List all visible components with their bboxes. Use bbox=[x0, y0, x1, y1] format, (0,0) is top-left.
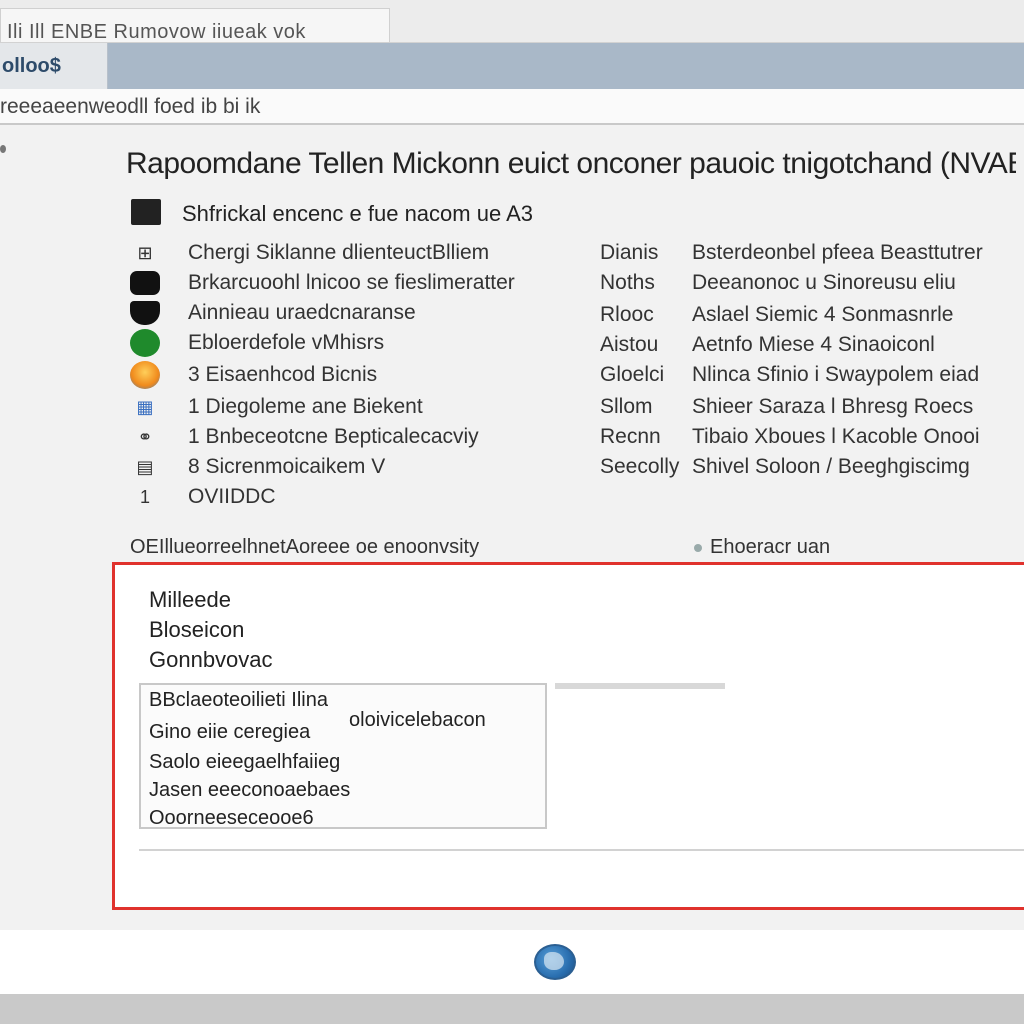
window-tab[interactable]: Ili Ill ENBE Rumovow iiueak vok bbox=[0, 8, 390, 43]
bullet-icon bbox=[694, 544, 702, 552]
property-row[interactable]: Aistou Aetnfo Miese 4 Sinaoiconl bbox=[600, 330, 1024, 360]
list-item-label: 1 Diegoleme ane Biekent bbox=[188, 395, 423, 418]
property-row[interactable]: Dianis Bsterdeonbel pfeea Beasttutrer bbox=[600, 238, 1024, 268]
property-value: Deeanonoc u Sinoreusu eliu bbox=[692, 271, 956, 294]
toolbar: olloo$ bbox=[0, 43, 1024, 89]
divider bbox=[555, 683, 725, 689]
side-handle bbox=[0, 145, 6, 153]
property-value: Aetnfo Miese 4 Sinaoiconl bbox=[692, 333, 935, 356]
window-titlebar: Ili Ill ENBE Rumovow iiueak vok bbox=[0, 0, 1024, 43]
orange-globe-icon bbox=[128, 361, 162, 389]
panel-line: Milleede bbox=[149, 587, 231, 612]
page-subtitle: Shfrickal encenc e fue nacom ue A3 bbox=[182, 201, 533, 226]
list-item[interactable]: Ainnieau uraedcnaranse bbox=[126, 298, 586, 328]
black-rounded-square-icon bbox=[128, 270, 162, 296]
property-row[interactable]: Seecolly Shivel Soloon / Beeghgiscimg bbox=[600, 452, 1024, 482]
property-key: Recnn bbox=[600, 425, 661, 448]
panel-line: Bloseicon bbox=[149, 617, 245, 642]
list-item[interactable]: ▤ 8 Sicrenmoicaikem V bbox=[126, 452, 586, 482]
window-title: Ili Ill ENBE Rumovow iiueak vok bbox=[7, 21, 306, 43]
list-item[interactable]: 1 OVIIDDC bbox=[126, 482, 586, 512]
list-item[interactable]: ▦ 1 Diegoleme ane Biekent bbox=[126, 392, 586, 422]
detail-line: BBclaeoteoilieti Ilina bbox=[149, 689, 328, 711]
status-strip bbox=[0, 994, 1024, 1024]
grid-icon: ⊞ bbox=[137, 242, 153, 263]
property-value: Aslael Siemic 4 Sonmasnrle bbox=[692, 303, 954, 326]
list-item-label: OVIIDDC bbox=[188, 485, 276, 508]
property-value: Shivel Soloon / Beeghgiscimg bbox=[692, 455, 970, 478]
list-item[interactable]: ⊞ Chergi Siklanne dlienteuctBlliem bbox=[126, 238, 586, 268]
footer bbox=[0, 930, 1024, 994]
link-icon: ⚭ bbox=[137, 426, 153, 447]
toolbar-tab[interactable]: olloo$ bbox=[0, 43, 108, 89]
detail-line: Gino eiie ceregiea bbox=[149, 721, 311, 743]
divider bbox=[139, 849, 1024, 851]
section-left-label: OEIllueorreelhnetAoreee oe enoonvsity bbox=[130, 536, 480, 558]
list-item-label: 8 Sicrenmoicaikem V bbox=[188, 455, 386, 478]
list-item-label: Ainnieau uraedcnaranse bbox=[188, 301, 416, 324]
black-shield-icon bbox=[128, 300, 162, 326]
detail-line: Ooorneeseceooe6 bbox=[149, 807, 314, 829]
highlighted-panel: Milleede Bloseicon Gonnbvovac BBclaeoteo… bbox=[112, 562, 1024, 910]
list-item-label: Brkarcuoohl lnicoo se fieslimeratter bbox=[188, 271, 515, 294]
black-square-icon bbox=[131, 199, 161, 225]
menubar-text[interactable]: reeeaeenweodll foed ib bi ik bbox=[0, 95, 260, 119]
property-value: Nlinca Sfinio i Swaypolem eiad bbox=[692, 363, 980, 386]
property-value: Tibaio Xboues l Kacoble Onooi bbox=[692, 425, 980, 448]
list-item-label: 1 Bnbeceotcne Bepticalecacviy bbox=[188, 425, 479, 448]
list-item[interactable]: Brkarcuoohl lnicoo se fieslimeratter bbox=[126, 268, 586, 298]
table-icon: ▤ bbox=[136, 456, 154, 477]
property-row[interactable]: Noths Deeanonoc u Sinoreusu eliu bbox=[600, 268, 1024, 298]
property-row[interactable]: Gloelci Nlinca Sfinio i Swaypolem eiad bbox=[600, 360, 1024, 390]
detail-line: Jasen eeeconoaebaes bbox=[149, 779, 351, 801]
property-key: Seecolly bbox=[600, 455, 680, 478]
page-title: Rapoomdane Tellen Mickonn euict onconer … bbox=[126, 147, 1016, 180]
toolbar-tab-label: olloo$ bbox=[2, 55, 61, 77]
section-header: OEIllueorreelhnetAoreee oe enoonvsity Eh… bbox=[120, 536, 1024, 560]
property-value: Bsterdeonbel pfeea Beasttutrer bbox=[692, 241, 983, 264]
property-key: Aistou bbox=[600, 333, 659, 356]
list-item-label: 3 Eisaenhcod Bicnis bbox=[188, 363, 378, 386]
list-item[interactable]: Ebloerdefole vMhisrs bbox=[126, 328, 586, 358]
detail-right-line: oloivicelebacon bbox=[349, 709, 486, 731]
property-key: Dianis bbox=[600, 241, 659, 264]
property-row[interactable]: Sllom Shieer Saraza l Bhresg Roecs bbox=[600, 392, 1024, 422]
property-key: Noths bbox=[600, 271, 655, 294]
panel-line: Gonnbvovac bbox=[149, 647, 273, 672]
section-right-label[interactable]: Ehoeracr uan bbox=[710, 536, 830, 559]
list-item-label: Ebloerdefole vMhisrs bbox=[188, 331, 385, 354]
number-icon: 1 bbox=[139, 486, 150, 507]
list-item[interactable]: ⚭ 1 Bnbeceotcne Bepticalecacviy bbox=[126, 422, 586, 452]
detail-box[interactable]: BBclaeoteoilieti Ilina oloivicelebacon G… bbox=[139, 683, 547, 829]
globe-icon[interactable] bbox=[534, 944, 576, 980]
list-item[interactable]: 3 Eisaenhcod Bicnis bbox=[126, 360, 586, 390]
property-key: Gloelci bbox=[600, 363, 665, 386]
property-value: Shieer Saraza l Bhresg Roecs bbox=[692, 395, 974, 418]
detail-line: Saolo eieegaelhfaiieg bbox=[149, 751, 341, 773]
property-row[interactable]: Recnn Tibaio Xboues l Kacoble Onooi bbox=[600, 422, 1024, 452]
property-key: Sllom bbox=[600, 395, 653, 418]
list-item-label: Chergi Siklanne dlienteuctBlliem bbox=[188, 241, 490, 264]
blue-grid-icon: ▦ bbox=[136, 396, 154, 417]
menubar: reeeaeenweodll foed ib bi ik bbox=[0, 89, 1024, 125]
property-key: Rlooc bbox=[600, 303, 654, 326]
green-circle-icon bbox=[128, 329, 162, 357]
property-row[interactable]: Rlooc Aslael Siemic 4 Sonmasnrle bbox=[600, 300, 1024, 330]
